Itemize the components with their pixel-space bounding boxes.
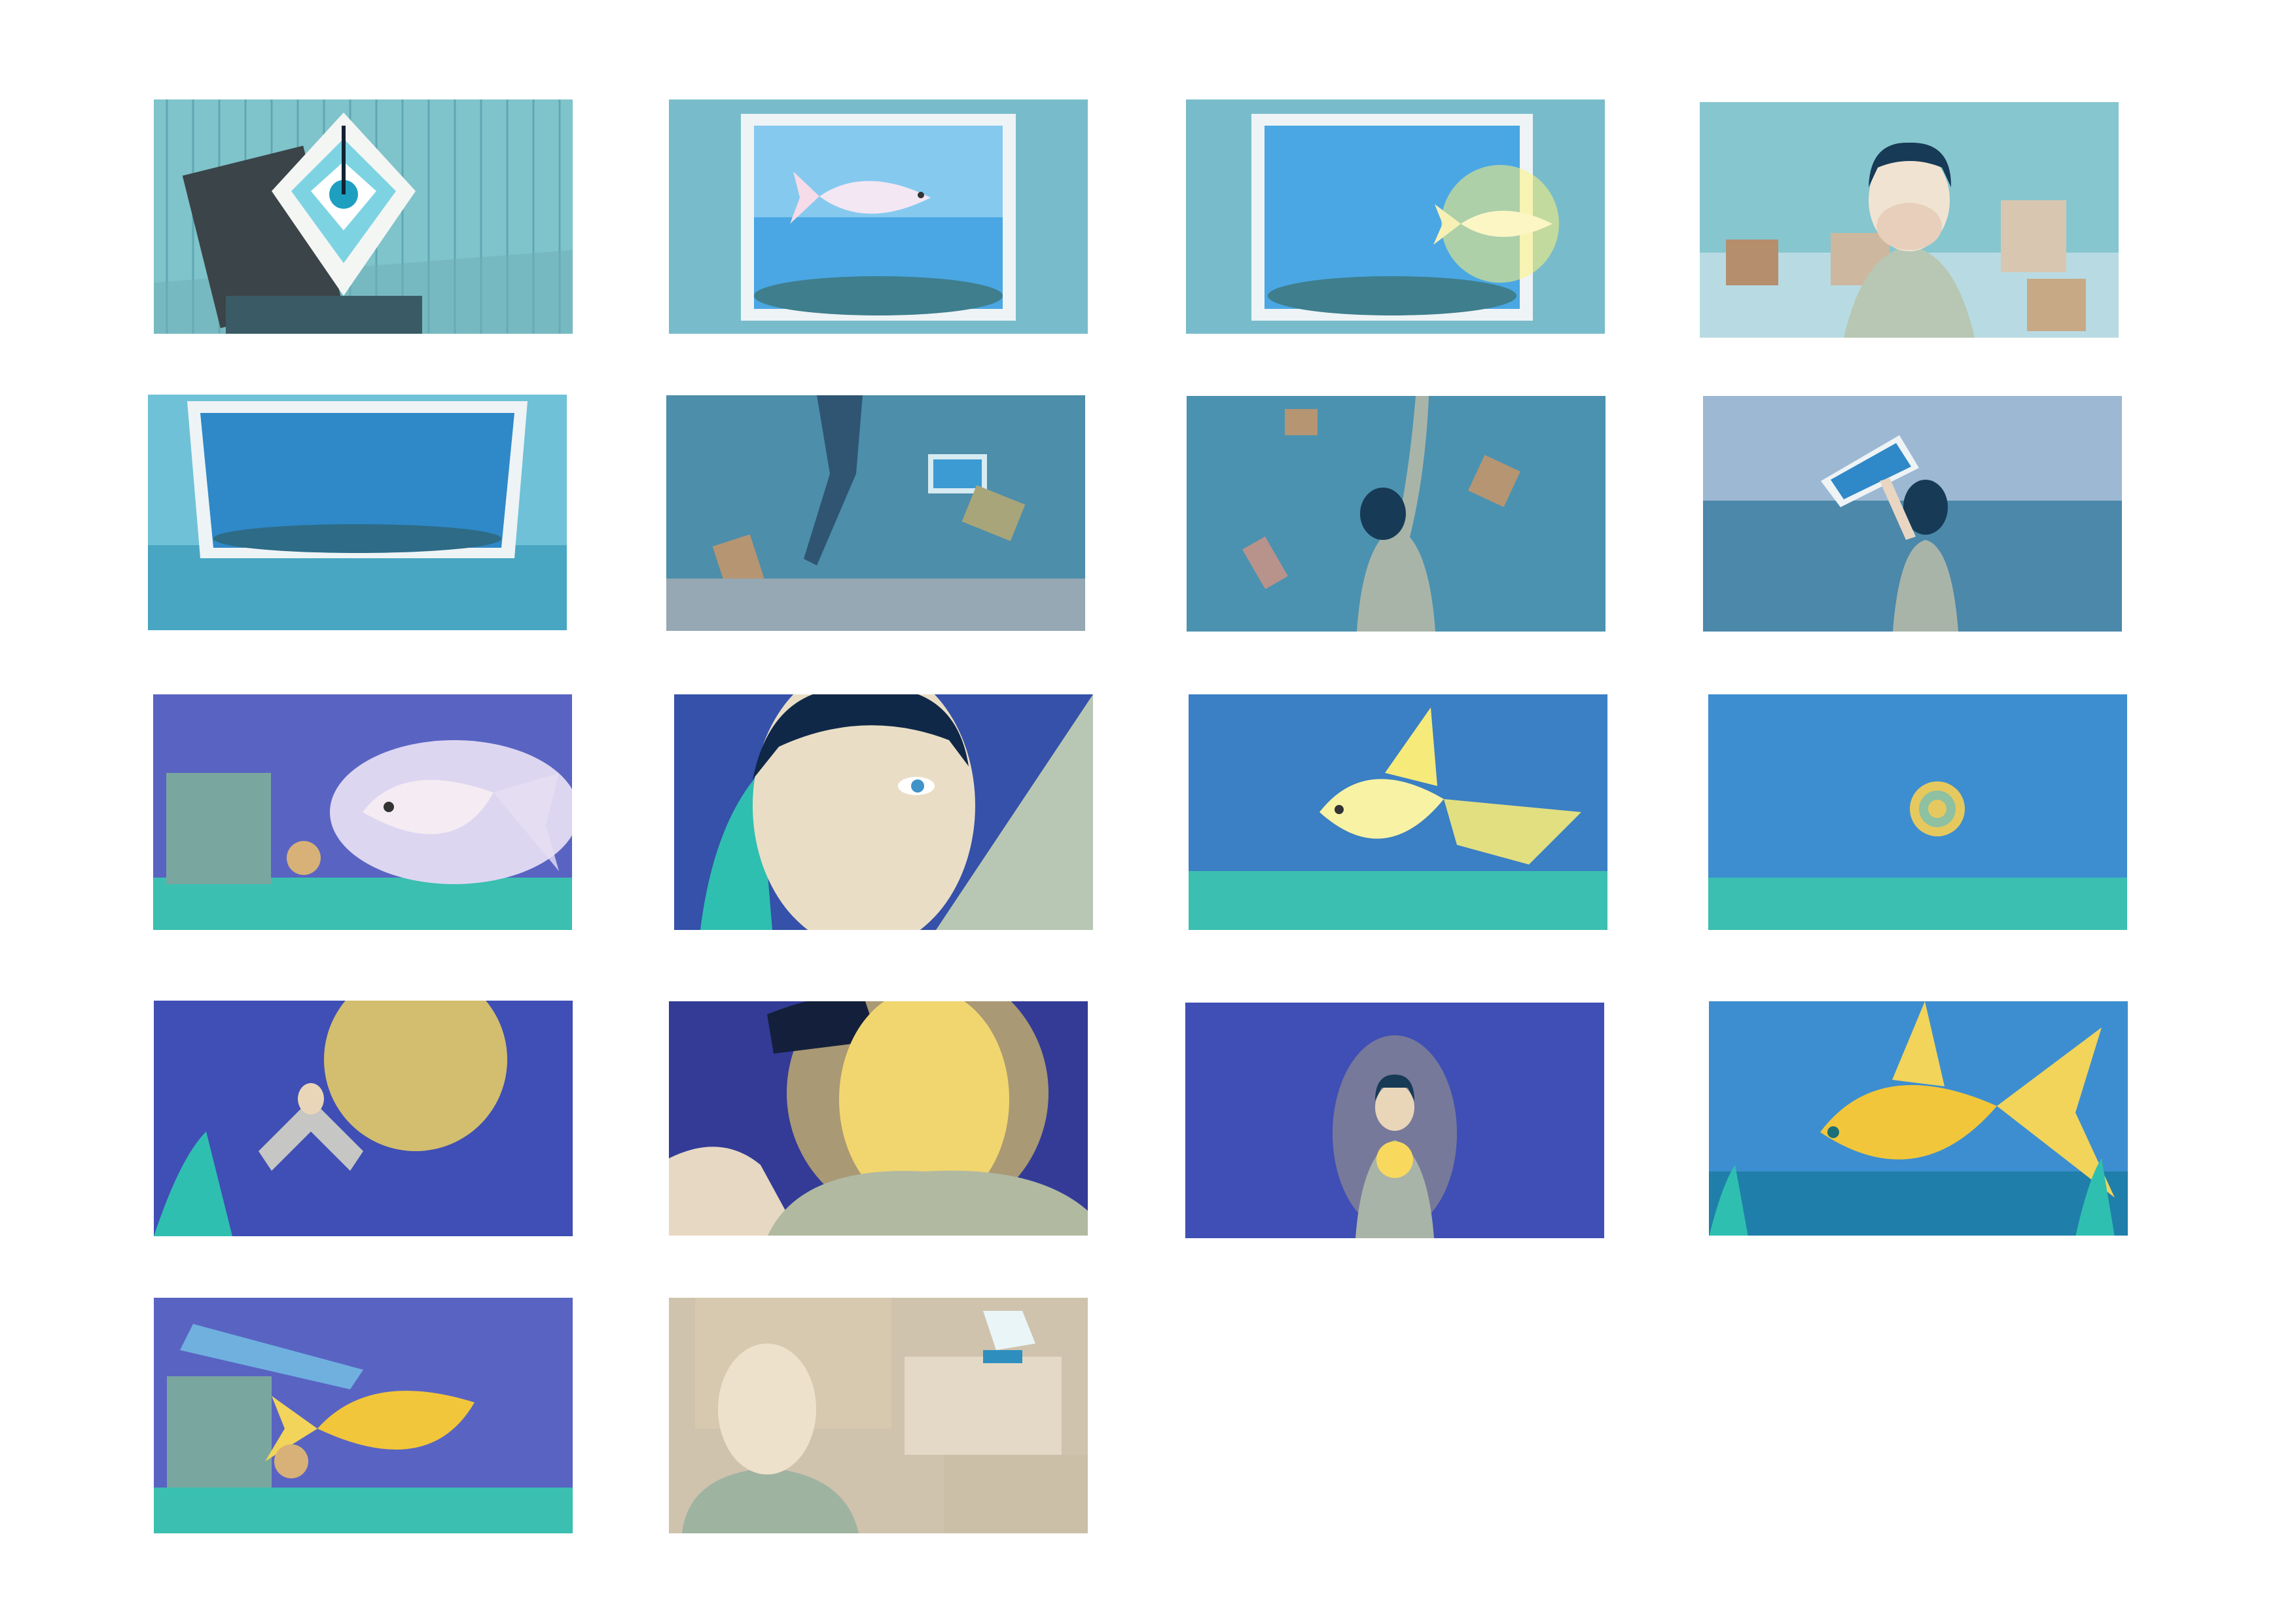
storyboard-frame-4: [1700, 102, 2121, 338]
storyboard-frame-13: [154, 1001, 574, 1236]
storyboard-frame-18: [669, 1298, 1090, 1533]
storyboard-frame-16: [1709, 1001, 2130, 1236]
storyboard-frame-11: [1189, 694, 1609, 930]
storyboard-frame-9: [153, 694, 573, 930]
storyboard-frame-2: [669, 99, 1088, 334]
storyboard-frame-1: [154, 99, 575, 334]
storyboard-frame-3: [1186, 99, 1606, 334]
storyboard-frame-5: [148, 395, 568, 630]
storyboard-frame-12: [1708, 694, 2130, 930]
storyboard-frame-8: [1703, 396, 2123, 632]
storyboard-frame-17: [154, 1298, 575, 1533]
storyboard-frame-15: [1185, 1003, 1605, 1238]
storyboard-frame-6: [666, 395, 1087, 631]
storyboard-frame-10: [674, 694, 1094, 930]
storyboard-frame-14: [669, 1001, 1090, 1236]
storyboard-frame-7: [1187, 396, 1607, 632]
